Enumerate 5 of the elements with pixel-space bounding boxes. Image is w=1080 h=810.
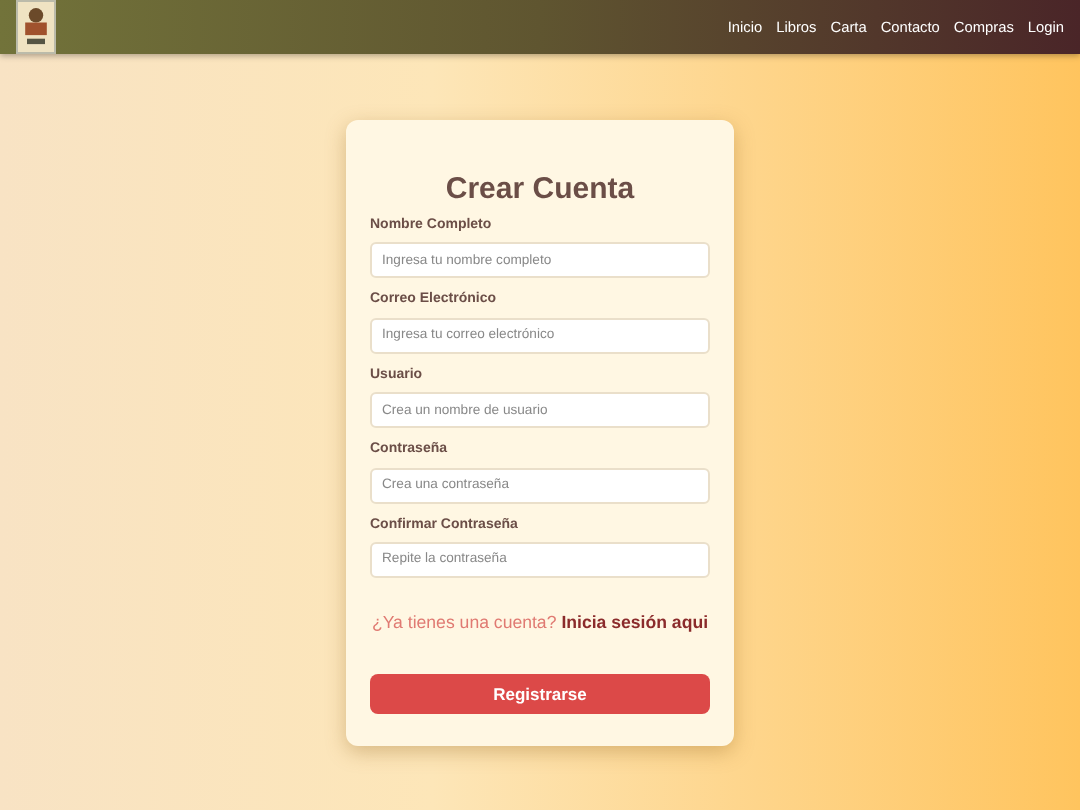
form-title: Crear Cuenta (443, 172, 637, 208)
logo[interactable] (16, 0, 56, 54)
login-prompt: ¿Ya tienes una cuenta? Inicia sesión aqui (370, 611, 710, 633)
register-button[interactable]: Registrarse (370, 673, 710, 714)
sign-in-link[interactable]: Inicia sesión aqui (561, 611, 709, 632)
